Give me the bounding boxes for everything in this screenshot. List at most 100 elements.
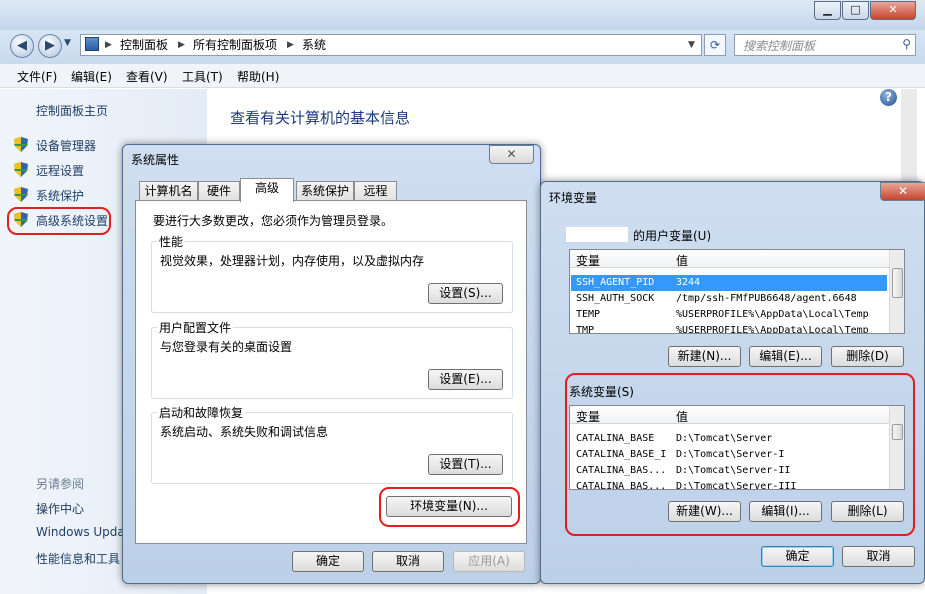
var-value: D:\Tomcat\Server <box>676 433 773 444</box>
close-button[interactable]: ✕ <box>870 1 916 20</box>
system-delete-button[interactable]: 删除(L) <box>831 501 904 522</box>
breadcrumb-system[interactable]: 系统 <box>302 35 326 55</box>
system-vars-list[interactable]: 变量 值 CATALINA_BASE D:\Tomcat\Server CATA… <box>569 405 905 490</box>
user-delete-button[interactable]: 删除(D) <box>831 346 904 367</box>
table-row[interactable]: CATALINA_BAS... D:\Tomcat\Server-III <box>571 479 887 490</box>
tab-hardware[interactable]: 硬件 <box>198 181 240 201</box>
user-edit-button[interactable]: 编辑(E)... <box>749 346 822 367</box>
search-placeholder: 搜索控制面板 <box>743 39 816 53</box>
tab-computer-name[interactable]: 计算机名 <box>139 181 198 201</box>
var-value: /tmp/ssh-FMfPUB6648/agent.6648 <box>676 293 857 304</box>
var-name: CATALINA_BASE <box>576 433 655 444</box>
var-value: D:\Tomcat\Server-II <box>676 465 791 476</box>
var-value: D:\Tomcat\Server-I <box>676 449 785 460</box>
shield-icon <box>14 187 28 202</box>
system-vars-header: 变量 值 <box>570 406 889 424</box>
history-dropdown-icon[interactable]: ▼ <box>64 38 71 48</box>
tab-system-protection[interactable]: 系统保护 <box>296 181 354 201</box>
shield-icon <box>14 137 28 152</box>
forward-icon[interactable]: ▶ <box>38 34 62 58</box>
var-value: 3244 <box>676 277 701 288</box>
var-name: TMP <box>576 325 595 334</box>
sysprops-ok-button[interactable]: 确定 <box>292 551 364 572</box>
breadcrumb-all-items[interactable]: 所有控制面板项 <box>193 35 277 55</box>
menu-edit[interactable]: 编辑(E) <box>71 68 112 85</box>
window-titlebar: ▁ □ ✕ <box>0 0 925 30</box>
col-value[interactable]: 值 <box>676 408 688 425</box>
var-value: %USERPROFILE%\AppData\Local\Temp <box>676 309 869 320</box>
system-vars-label: 系统变量(S) <box>569 385 634 399</box>
table-row[interactable]: SSH_AUTH_SOCK /tmp/ssh-FMfPUB6648/agent.… <box>571 291 887 307</box>
table-row[interactable]: CATALINA_BAS... D:\Tomcat\Server-II <box>571 463 887 479</box>
table-row[interactable]: CATALINA_BASE D:\Tomcat\Server <box>571 431 887 447</box>
user-vars-scrollbar[interactable] <box>889 250 904 333</box>
var-name: CATALINA_BASE_I <box>576 449 667 460</box>
menu-bar: 文件(F) 编辑(E) 查看(V) 工具(T) 帮助(H) <box>0 64 925 88</box>
device-manager-link[interactable]: 设备管理器 <box>36 137 96 154</box>
search-input[interactable]: 搜索控制面板 ⚲ <box>734 34 916 56</box>
startup-recovery-desc: 系统启动、系统失败和调试信息 <box>160 425 329 439</box>
system-new-button[interactable]: 新建(W)... <box>668 501 741 522</box>
table-row[interactable]: CATALINA_BASE_I D:\Tomcat\Server-I <box>571 447 887 463</box>
performance-info-link[interactable]: 性能信息和工具 <box>36 550 120 567</box>
address-bar[interactable]: ▶ 控制面板 ▶ 所有控制面板项 ▶ 系统 ▼ <box>80 34 702 56</box>
control-panel-icon <box>85 37 99 51</box>
scroll-thumb[interactable] <box>892 268 903 298</box>
col-variable[interactable]: 变量 <box>576 252 600 269</box>
sysprops-cancel-button[interactable]: 取消 <box>372 551 444 572</box>
menu-view[interactable]: 查看(V) <box>126 68 168 85</box>
scroll-thumb[interactable] <box>892 424 903 440</box>
user-profiles-settings-button[interactable]: 设置(E)... <box>428 369 503 390</box>
action-center-link[interactable]: 操作中心 <box>36 500 84 517</box>
page-title: 查看有关计算机的基本信息 <box>230 109 411 127</box>
var-value: %USERPROFILE%\AppData\Local\Temp <box>676 325 869 334</box>
environment-variables-button[interactable]: 环境变量(N)... <box>386 496 512 517</box>
performance-settings-button[interactable]: 设置(S)... <box>428 283 503 304</box>
maximize-button[interactable]: □ <box>842 1 869 20</box>
startup-recovery-label: 启动和故障恢复 <box>157 404 246 421</box>
search-icon[interactable]: ⚲ <box>902 37 911 51</box>
back-icon[interactable]: ◀ <box>10 34 34 58</box>
chevron-right-icon: ▶ <box>287 40 294 50</box>
env-cancel-button[interactable]: 取消 <box>842 546 915 567</box>
user-vars-list[interactable]: 变量 值 SSH_AGENT_PID 3244 SSH_AUTH_SOCK /t… <box>569 249 905 334</box>
chevron-down-icon[interactable]: ▼ <box>688 35 695 55</box>
var-name: SSH_AGENT_PID <box>576 277 655 288</box>
tab-advanced[interactable]: 高级 <box>240 178 294 202</box>
menu-help[interactable]: 帮助(H) <box>237 68 279 85</box>
var-name: SSH_AUTH_SOCK <box>576 293 655 304</box>
col-value[interactable]: 值 <box>676 252 688 269</box>
col-variable[interactable]: 变量 <box>576 408 600 425</box>
system-protection-link[interactable]: 系统保护 <box>36 187 84 204</box>
table-row[interactable]: TEMP %USERPROFILE%\AppData\Local\Temp <box>571 307 887 323</box>
sysprops-apply-button[interactable]: 应用(A) <box>453 551 525 572</box>
user-vars-label: 的用户变量(U) <box>633 229 712 243</box>
advanced-system-settings-link[interactable]: 高级系统设置 <box>36 212 108 229</box>
minimize-button[interactable]: ▁ <box>814 1 841 20</box>
var-name: CATALINA_BAS... <box>576 481 667 490</box>
menu-tools[interactable]: 工具(T) <box>182 68 223 85</box>
close-icon[interactable]: ✕ <box>880 182 925 201</box>
remote-settings-link[interactable]: 远程设置 <box>36 162 84 179</box>
help-icon[interactable]: ? <box>880 89 897 106</box>
refresh-icon[interactable]: ⟳ <box>704 34 726 56</box>
performance-desc: 视觉效果，处理器计划，内存使用，以及虚拟内存 <box>160 254 425 268</box>
table-row[interactable]: TMP %USERPROFILE%\AppData\Local\Temp <box>571 323 887 334</box>
windows-update-link[interactable]: Windows Upda <box>36 525 125 539</box>
username-redacted <box>566 227 628 242</box>
var-name: TEMP <box>576 309 601 320</box>
table-row[interactable]: SSH_AGENT_PID 3244 <box>571 275 887 291</box>
system-edit-button[interactable]: 编辑(I)... <box>749 501 822 522</box>
startup-recovery-settings-button[interactable]: 设置(T)... <box>428 454 503 475</box>
control-panel-home-link[interactable]: 控制面板主页 <box>36 102 108 119</box>
menu-file[interactable]: 文件(F) <box>17 68 57 85</box>
close-icon[interactable]: ✕ <box>489 145 534 164</box>
breadcrumb-control-panel[interactable]: 控制面板 <box>120 35 168 55</box>
chevron-right-icon: ▶ <box>105 40 112 50</box>
system-vars-scrollbar[interactable] <box>889 406 904 489</box>
env-ok-button[interactable]: 确定 <box>761 546 834 567</box>
admin-note: 要进行大多数更改，您必须作为管理员登录。 <box>153 214 394 228</box>
tab-remote[interactable]: 远程 <box>354 181 397 201</box>
user-new-button[interactable]: 新建(N)... <box>668 346 741 367</box>
env-dialog-title: 环境变量 <box>549 191 598 205</box>
